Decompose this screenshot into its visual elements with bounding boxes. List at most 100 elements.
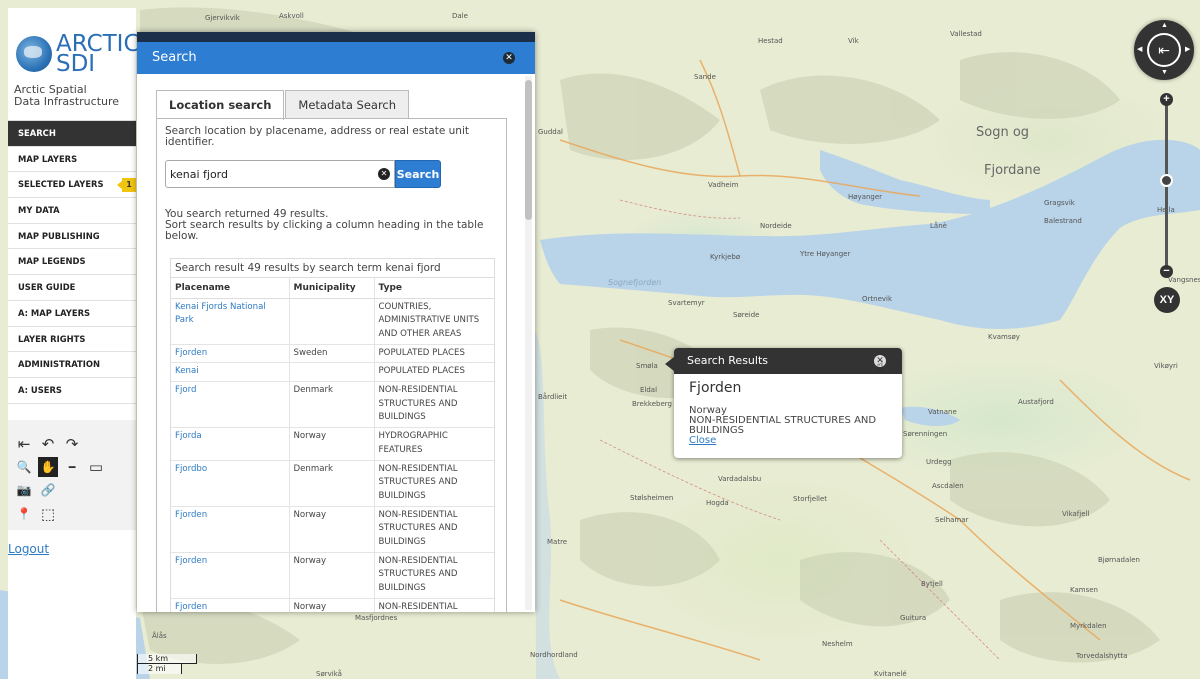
logout-link[interactable]: Logout [8,542,49,556]
column-header-placename[interactable]: Placename [171,278,290,299]
map-label: Bjørnadalen [1098,556,1140,564]
menu-item-layer-rights[interactable]: LAYER RIGHTS [8,327,136,353]
sidebar: ARCTIC SDI Arctic Spatial Data Infrastru… [8,8,140,679]
result-placename-link[interactable]: Fjordbo [171,460,290,507]
main-menu: SEARCH MAP LAYERS SELECTED LAYERS 1 MY DA… [8,120,136,404]
popup-type: NON-RESIDENTIAL STRUCTURES AND BUILDINGS [689,415,877,436]
link-icon[interactable]: 🔗 [38,480,58,500]
map-label: Selhamar [935,516,969,524]
zoom-in-icon[interactable]: + [1160,93,1173,106]
result-type: POPULATED PLACES [374,344,494,364]
sea-west [535,330,560,679]
map-label: Sørenningen [903,430,948,438]
map-label: Brekkeberg [632,400,672,408]
results-table: Search result 49 results by search term … [170,258,495,612]
pan-down-icon[interactable]: ▼ [1161,69,1168,76]
map-label: Vangsnes [1168,276,1200,284]
result-type: NON-RESIDENTIAL STRUCTURES AND BUILDINGS [374,506,494,553]
zoom-slider-handle[interactable] [1160,174,1173,187]
menu-item-search[interactable]: SEARCH [8,121,136,147]
menu-item-my-data[interactable]: MY DATA [8,198,136,224]
result-type: COUNTRIES, ADMINISTRATIVE UNITS AND OTHE… [374,298,494,345]
menu-item-map-legends[interactable]: MAP LEGENDS [8,249,136,276]
tab-metadata-search[interactable]: Metadata Search [285,90,410,119]
map-label: Ortnevik [862,295,893,303]
pan-up-icon[interactable]: ▲ [1161,22,1168,29]
reset-view-icon[interactable]: ⇤ [1147,33,1181,67]
camera-icon[interactable]: 📷 [14,480,34,500]
menu-item-admin-users[interactable]: A: USERS [8,378,136,404]
result-placename-link[interactable]: Fjorden [171,598,290,612]
pan-left-icon[interactable]: ◀ [1137,45,1142,53]
map-label: Hogda [706,499,729,507]
scrollbar-thumb[interactable] [525,80,532,220]
table-row: Fjorden Norway NON-RESIDENTIAL STRUCTURE… [171,552,494,599]
measure-line-icon[interactable]: ━ [62,457,82,477]
menu-item-selected-layers[interactable]: SELECTED LAYERS 1 [8,172,136,199]
close-icon[interactable]: ✕ [503,52,515,64]
menu-item-user-guide[interactable]: USER GUIDE [8,275,136,301]
search-button[interactable]: Search [395,160,441,188]
column-header-type[interactable]: Type [374,278,494,299]
popup-title: Fjorden [689,380,742,396]
popup-close-link[interactable]: Close [689,435,716,446]
map-label: Vikøyri [1154,362,1178,370]
search-input[interactable] [165,160,395,188]
map-label: Kyrkjebø [710,253,741,261]
result-type: NON-RESIDENTIAL STRUCTURES AND BUILDINGS [374,598,494,612]
map-label: Høyanger [848,193,883,201]
result-placename-link[interactable]: Kenai Fjords National Park [171,298,290,345]
pin-icon[interactable]: 📍 [14,504,34,524]
map-label: Kvitanelé [874,670,907,678]
menu-item-administration[interactable]: ADMINISTRATION [8,352,136,378]
flyout-topbar [137,32,535,42]
table-row: Fjorden Sweden POPULATED PLACES [171,344,494,364]
map-label: Guitura [900,614,927,622]
result-placename-link[interactable]: Fjorden [171,344,290,364]
pan-control[interactable]: ▲ ▼ ◀ ▶ ⇤ [1134,20,1194,80]
popup-header: Search Results ✕ [674,348,902,374]
result-municipality: Norway [289,598,375,612]
zoom-out-icon[interactable]: − [1160,265,1173,278]
menu-item-map-publishing[interactable]: MAP PUBLISHING [8,224,136,250]
result-municipality [289,298,375,345]
menu-item-admin-map-layers[interactable]: A: MAP LAYERS [8,301,136,327]
table-row: Fjorden Norway NON-RESIDENTIAL STRUCTURE… [171,598,494,612]
pan-hand-icon[interactable]: ✋ [38,457,58,477]
map-label: Austafjord [1018,398,1054,406]
pan-right-icon[interactable]: ▶ [1185,45,1190,53]
map-label-water: Sognefjorden [608,278,662,287]
tab-location-search[interactable]: Location search [156,90,285,120]
results-table-caption: Search result 49 results by search term … [171,259,494,278]
map-label-region: Sogn og [976,125,1030,140]
map-label: Masfjordnes [355,614,398,622]
table-row: Kenai POPULATED PLACES [171,362,494,383]
results-summary: You search returned 49 results. Sort sea… [165,208,484,242]
undo-icon[interactable]: ↶ [38,434,58,454]
scale-mi: 2 mi [137,664,182,674]
table-row: Fjorden Norway NON-RESIDENTIAL STRUCTURE… [171,506,494,553]
result-placename-link[interactable]: Fjorden [171,506,290,553]
column-header-municipality[interactable]: Municipality [289,278,375,299]
result-placename-link[interactable]: Kenai [171,362,290,383]
zoom-box-icon[interactable]: 🔍 [14,457,34,477]
result-placename-link[interactable]: Fjorden [171,552,290,599]
clear-search-icon[interactable]: ✕ [378,168,390,180]
map-label: Gragsvik [1044,199,1075,207]
search-flyout: Search ✕ Location search Metadata Search… [137,32,535,612]
history-back-icon[interactable]: ⇤ [14,434,34,454]
result-placename-link[interactable]: Fjord [171,381,290,429]
menu-item-map-layers[interactable]: MAP LAYERS [8,147,136,173]
result-placename-link[interactable]: Fjorda [171,427,290,461]
map-label: Vik [848,37,859,45]
measure-area-icon[interactable]: ▭ [86,457,106,477]
map-label: Matre [547,538,568,546]
select-area-icon[interactable]: ⬚ [38,504,58,524]
result-municipality: Sweden [289,344,375,364]
flyout-scrollbar[interactable] [525,76,532,610]
redo-icon[interactable]: ↷ [62,434,82,454]
map-label: Søreide [733,311,760,319]
coordinate-tool-button[interactable]: XY [1154,287,1180,313]
flyout-header: Search ✕ [137,42,535,74]
map-label: Ytre Høyanger [800,250,851,258]
